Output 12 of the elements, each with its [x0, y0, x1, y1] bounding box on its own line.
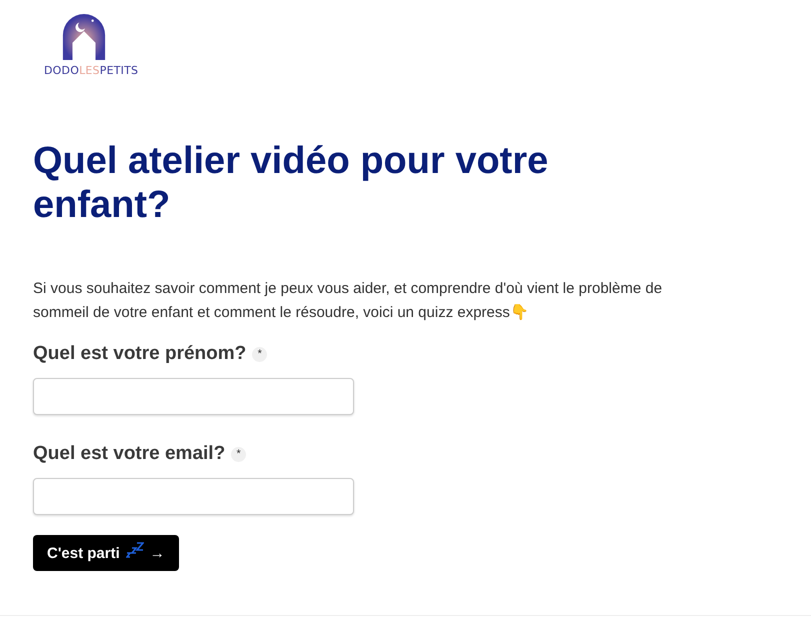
required-mark: * [252, 346, 268, 362]
sleeping-icon [126, 542, 144, 558]
submit-button[interactable]: C'est parti → [33, 535, 179, 571]
field-label: Quel est votre prénom? [33, 343, 246, 365]
house-arch-icon [61, 14, 107, 60]
logo-wordmark: DODOLESPETITS [44, 64, 138, 77]
input-field[interactable] [33, 378, 354, 415]
field-label: Quel est votre email? [33, 443, 226, 465]
input-field[interactable] [33, 478, 354, 515]
page-title: Quel atelier vidéo pour votre enfant? [33, 139, 550, 227]
intro-text: Si vous souhaitez savoir comment je peux vous aider, et comprendre d'où vient le problème de sommeil de votre enfant et comment le résoudre, voici un quizz express👇 [33, 279, 664, 323]
required-mark: * [231, 446, 246, 462]
